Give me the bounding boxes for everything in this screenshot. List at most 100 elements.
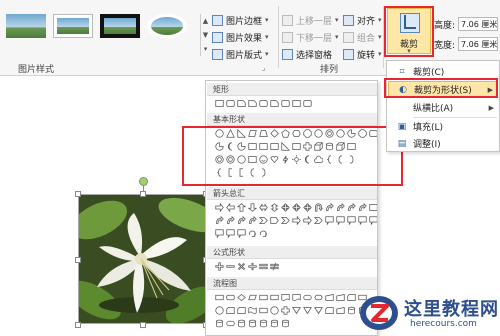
menu-item-crop[interactable]: ⌗ 裁剪(C) [388, 63, 498, 80]
shape-fCard-icon[interactable] [346, 292, 356, 303]
shape-callout-icon[interactable] [236, 228, 246, 239]
picture-border-button[interactable]: 图片边框 ▾ [212, 13, 269, 27]
rotate-button[interactable]: 旋转 ▾ [343, 47, 382, 61]
resize-handle[interactable] [75, 257, 81, 263]
shape-circ-icon[interactable] [236, 154, 246, 165]
shape-arrL-icon[interactable] [225, 202, 235, 213]
style-thumb-1[interactable] [6, 14, 46, 38]
shape-pie-icon[interactable] [236, 141, 246, 152]
shape-fMerge-icon[interactable] [313, 305, 323, 316]
shape-fCard-icon[interactable] [324, 305, 334, 316]
shape-fDisk-icon[interactable] [269, 318, 279, 329]
shape-curv-icon[interactable] [346, 202, 356, 213]
menu-item-fit[interactable]: ▤ 调整(I) [388, 135, 498, 152]
shape-chev-icon[interactable] [258, 215, 268, 226]
shape-rect-icon[interactable] [258, 141, 268, 152]
shape-para-icon[interactable] [247, 128, 257, 139]
shape-rect-icon[interactable] [291, 98, 301, 109]
shape-callout-icon[interactable] [368, 215, 377, 226]
shape-fDisk-icon[interactable] [258, 318, 268, 329]
shape-fTape-icon[interactable] [247, 305, 257, 316]
shape-arr4-icon[interactable] [302, 202, 312, 213]
shape-dia-icon[interactable] [269, 128, 279, 139]
shape-fMan-icon[interactable] [335, 305, 345, 316]
shape-eqNe-icon[interactable] [269, 261, 279, 272]
shape-fAlt-icon[interactable] [225, 292, 235, 303]
shape-fDisk-icon[interactable] [280, 318, 290, 329]
shape-circA-icon[interactable] [247, 228, 257, 239]
shape-moon-icon[interactable] [225, 141, 235, 152]
shape-moon-icon[interactable] [302, 154, 312, 165]
shape-fMan-icon[interactable] [335, 292, 345, 303]
shape-cbr-icon[interactable] [324, 154, 334, 165]
shape-heart-icon[interactable] [269, 154, 279, 165]
shape-snip-icon[interactable] [236, 98, 246, 109]
shape-snip-icon[interactable] [269, 98, 279, 109]
shape-rbr-icon[interactable] [258, 167, 268, 178]
shape-rect-icon[interactable] [346, 141, 356, 152]
selection-pane-button[interactable]: 选择窗格 [282, 47, 332, 61]
shape-circ-icon[interactable] [214, 128, 224, 139]
shape-curv-icon[interactable] [324, 202, 334, 213]
shape-can-icon[interactable] [324, 141, 334, 152]
shape-ring-icon[interactable] [324, 128, 334, 139]
shape-callout-icon[interactable] [225, 228, 235, 239]
shape-arrR-icon[interactable] [291, 215, 301, 226]
shape-fTerm-icon[interactable] [225, 318, 235, 329]
shape-arrR-icon[interactable] [302, 215, 312, 226]
shape-rect-icon[interactable] [368, 202, 377, 213]
shape-eqPlus-icon[interactable] [214, 261, 224, 272]
shape-callout-icon[interactable] [346, 215, 356, 226]
menu-item-crop-to-shape[interactable]: ◐ 裁剪为形状(S) ▶ [388, 81, 498, 98]
shape-rect-icon[interactable] [269, 141, 279, 152]
shape-curv-icon[interactable] [247, 215, 257, 226]
shape-arrLR-icon[interactable] [258, 202, 268, 213]
shape-chev-icon[interactable] [313, 215, 323, 226]
rotate-handle[interactable] [139, 177, 148, 186]
resize-handle[interactable] [75, 322, 81, 328]
picture-layout-button[interactable]: 图片版式 ▾ [212, 47, 269, 61]
shape-fDisk-icon[interactable] [236, 318, 246, 329]
shape-fProc-icon[interactable] [258, 305, 268, 316]
shape-circ-icon[interactable] [335, 128, 345, 139]
shape-callout-icon[interactable] [357, 215, 367, 226]
shape-rbr-icon[interactable] [346, 154, 356, 165]
shape-pie-icon[interactable] [346, 128, 356, 139]
bring-forward-button[interactable]: 上移一层 ▾ [282, 13, 339, 27]
shape-smile-icon[interactable] [258, 154, 268, 165]
shape-cbr-icon[interactable] [214, 167, 224, 178]
shape-rrect-icon[interactable] [258, 98, 268, 109]
more-icon[interactable]: ▾ [201, 42, 210, 56]
shape-fMan-icon[interactable] [324, 292, 334, 303]
shape-circA-icon[interactable] [258, 228, 268, 239]
shape-callout-icon[interactable] [335, 215, 345, 226]
resize-handle[interactable] [75, 191, 81, 197]
shape-oct-icon[interactable] [357, 128, 367, 139]
shape-cloud-icon[interactable] [313, 154, 323, 165]
shape-fDoc-icon[interactable] [280, 292, 290, 303]
shape-circ-icon[interactable] [214, 305, 224, 316]
shape-arr4-icon[interactable] [291, 202, 301, 213]
shape-rect-icon[interactable] [214, 98, 224, 109]
shape-eqDiv-icon[interactable] [247, 261, 257, 272]
style-thumb-3[interactable] [100, 14, 140, 38]
shape-bolt-icon[interactable] [280, 154, 290, 165]
shape-sun-icon[interactable] [291, 154, 301, 165]
shape-fData-icon[interactable] [247, 292, 257, 303]
height-field[interactable] [458, 17, 498, 31]
dialog-launcher-icon[interactable]: ⌟ [262, 64, 265, 72]
scroll-up-icon[interactable]: ▲ [201, 14, 210, 28]
resize-handle[interactable] [140, 322, 146, 328]
shape-eqMul-icon[interactable] [236, 261, 246, 272]
shape-callout-icon[interactable] [214, 228, 224, 239]
shape-curv-icon[interactable] [225, 215, 235, 226]
shape-arrD-icon[interactable] [247, 202, 257, 213]
shape-uturn-icon[interactable] [313, 202, 323, 213]
shape-rrect-icon[interactable] [302, 98, 312, 109]
shape-curv-icon[interactable] [214, 215, 224, 226]
shape-arrR-icon[interactable] [214, 202, 224, 213]
shape-eqEq-icon[interactable] [258, 261, 268, 272]
crop-button[interactable]: 裁剪 ▾ [387, 8, 431, 55]
shape-circ-icon[interactable] [269, 305, 279, 316]
shape-rrect-icon[interactable] [225, 98, 235, 109]
